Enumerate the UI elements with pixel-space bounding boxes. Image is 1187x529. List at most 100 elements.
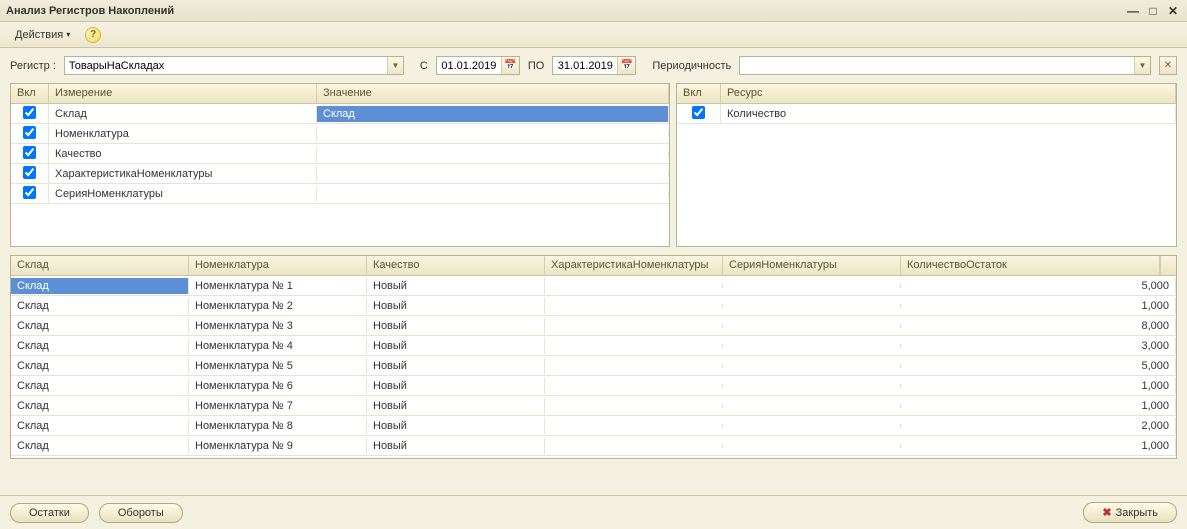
calendar-icon[interactable]: 📅 — [617, 57, 635, 74]
dimensions-row[interactable]: Номенклатура — [11, 124, 669, 144]
col-header-series[interactable]: СерияНоменклатуры — [723, 256, 901, 275]
periodicity-dropdown-icon[interactable]: ▼ — [1134, 57, 1150, 74]
actions-menu-button[interactable]: Действия ▾ — [6, 26, 79, 44]
cell-characteristic — [545, 444, 723, 448]
cell-characteristic — [545, 424, 723, 428]
minimize-button[interactable]: — — [1125, 4, 1141, 18]
scrollbar-stub[interactable] — [1160, 256, 1176, 275]
cell-nomenklatura: Номенклатура № 8 — [189, 418, 367, 434]
row-dimension: Номенклатура — [49, 126, 317, 142]
periodicity-label: Периодичность — [652, 60, 731, 72]
clear-periodicity-button[interactable]: ✕ — [1159, 56, 1177, 75]
data-row[interactable]: СкладНоменклатура № 8Новый2,000 — [11, 416, 1176, 436]
date-from-input[interactable] — [437, 60, 501, 72]
row-checkbox[interactable] — [692, 106, 705, 119]
maximize-button[interactable]: □ — [1145, 4, 1161, 18]
register-input[interactable] — [65, 60, 387, 72]
col-header-balance[interactable]: КоличествоОстаток — [901, 256, 1160, 275]
cell-quality: Новый — [367, 298, 545, 314]
data-row[interactable]: СкладНоменклатура № 1Новый5,000 — [11, 276, 1176, 296]
data-row[interactable]: СкладНоменклатура № 5Новый5,000 — [11, 356, 1176, 376]
row-value[interactable]: Склад — [317, 106, 669, 122]
row-checkbox-cell — [11, 104, 49, 124]
col-header-characteristic[interactable]: ХарактеристикаНоменклатуры — [545, 256, 723, 275]
cell-sklad: Склад — [11, 318, 189, 334]
cell-sklad: Склад — [11, 338, 189, 354]
cell-quality: Новый — [367, 418, 545, 434]
close-button[interactable]: ✖ Закрыть — [1083, 502, 1177, 523]
row-dimension: Склад — [49, 106, 317, 122]
col-header-value[interactable]: Значение — [317, 84, 669, 103]
cell-characteristic — [545, 324, 723, 328]
row-checkbox[interactable] — [23, 186, 36, 199]
periodicity-input[interactable] — [740, 60, 1134, 72]
row-checkbox[interactable] — [23, 106, 36, 119]
dimensions-body: СкладСкладНоменклатураКачествоХарактерис… — [11, 104, 669, 204]
col-header-resource[interactable]: Ресурс — [721, 84, 1176, 103]
date-to-field[interactable]: 📅 — [552, 56, 636, 75]
from-label: С — [420, 60, 428, 72]
cell-series — [723, 344, 901, 348]
cell-characteristic — [545, 364, 723, 368]
turnovers-button[interactable]: Обороты — [99, 503, 183, 523]
cell-balance: 1,000 — [901, 378, 1176, 394]
resources-grid: Вкл Ресурс Количество — [676, 83, 1177, 247]
row-value[interactable] — [317, 172, 669, 176]
config-panels: Вкл Измерение Значение СкладСкладНоменкл… — [0, 83, 1187, 247]
cell-balance: 5,000 — [901, 278, 1176, 294]
data-row[interactable]: СкладНоменклатура № 6Новый1,000 — [11, 376, 1176, 396]
register-dropdown-icon[interactable]: ▼ — [387, 57, 403, 74]
periodicity-combo[interactable]: ▼ — [739, 56, 1151, 75]
cell-nomenklatura: Номенклатура № 2 — [189, 298, 367, 314]
col-header-dimension[interactable]: Измерение — [49, 84, 317, 103]
date-from-field[interactable]: 📅 — [436, 56, 520, 75]
data-row[interactable]: СкладНоменклатура № 3Новый8,000 — [11, 316, 1176, 336]
resources-header: Вкл Ресурс — [677, 84, 1176, 104]
close-label: Закрыть — [1116, 507, 1158, 519]
col-header-quality[interactable]: Качество — [367, 256, 545, 275]
row-value[interactable] — [317, 152, 669, 156]
row-value[interactable] — [317, 132, 669, 136]
cell-sklad: Склад — [11, 278, 189, 294]
cell-balance: 1,000 — [901, 398, 1176, 414]
dimensions-row[interactable]: СерияНоменклатуры — [11, 184, 669, 204]
col-header-sklad[interactable]: Склад — [11, 256, 189, 275]
data-row[interactable]: СкладНоменклатура № 9Новый1,000 — [11, 436, 1176, 456]
data-row[interactable]: СкладНоменклатура № 7Новый1,000 — [11, 396, 1176, 416]
dimensions-header: Вкл Измерение Значение — [11, 84, 669, 104]
cell-series — [723, 324, 901, 328]
resources-row[interactable]: Количество — [677, 104, 1176, 124]
cell-nomenklatura: Номенклатура № 5 — [189, 358, 367, 374]
row-dimension: ХарактеристикаНоменклатуры — [49, 166, 317, 182]
dimensions-row[interactable]: СкладСклад — [11, 104, 669, 124]
row-checkbox[interactable] — [23, 146, 36, 159]
to-label: ПО — [528, 60, 544, 72]
date-to-input[interactable] — [553, 60, 617, 72]
col-header-nomenklatura[interactable]: Номенклатура — [189, 256, 367, 275]
actions-label: Действия — [15, 29, 63, 41]
col-header-incl[interactable]: Вкл — [677, 84, 721, 103]
register-combo[interactable]: ▼ — [64, 56, 404, 75]
close-window-button[interactable]: ✕ — [1165, 4, 1181, 18]
calendar-icon[interactable]: 📅 — [501, 57, 519, 74]
cell-series — [723, 424, 901, 428]
dimensions-row[interactable]: Качество — [11, 144, 669, 164]
data-grid: Склад Номенклатура Качество Характеристи… — [10, 255, 1177, 459]
close-icon: ✖ — [1102, 506, 1111, 519]
cell-characteristic — [545, 344, 723, 348]
balances-button[interactable]: Остатки — [10, 503, 89, 523]
dimensions-grid: Вкл Измерение Значение СкладСкладНоменкл… — [10, 83, 670, 247]
chevron-down-icon: ▾ — [66, 30, 70, 39]
data-header: Склад Номенклатура Качество Характеристи… — [11, 256, 1176, 276]
row-checkbox[interactable] — [23, 126, 36, 139]
dimensions-row[interactable]: ХарактеристикаНоменклатуры — [11, 164, 669, 184]
cell-series — [723, 404, 901, 408]
row-checkbox[interactable] — [23, 166, 36, 179]
row-value[interactable] — [317, 192, 669, 196]
data-row[interactable]: СкладНоменклатура № 2Новый1,000 — [11, 296, 1176, 316]
help-icon[interactable]: ? — [85, 27, 101, 43]
data-row[interactable]: СкладНоменклатура № 4Новый3,000 — [11, 336, 1176, 356]
filters-bar: Регистр : ▼ С 📅 ПО 📅 Периодичность ▼ ✕ — [0, 48, 1187, 83]
col-header-incl[interactable]: Вкл — [11, 84, 49, 103]
cell-quality: Новый — [367, 358, 545, 374]
